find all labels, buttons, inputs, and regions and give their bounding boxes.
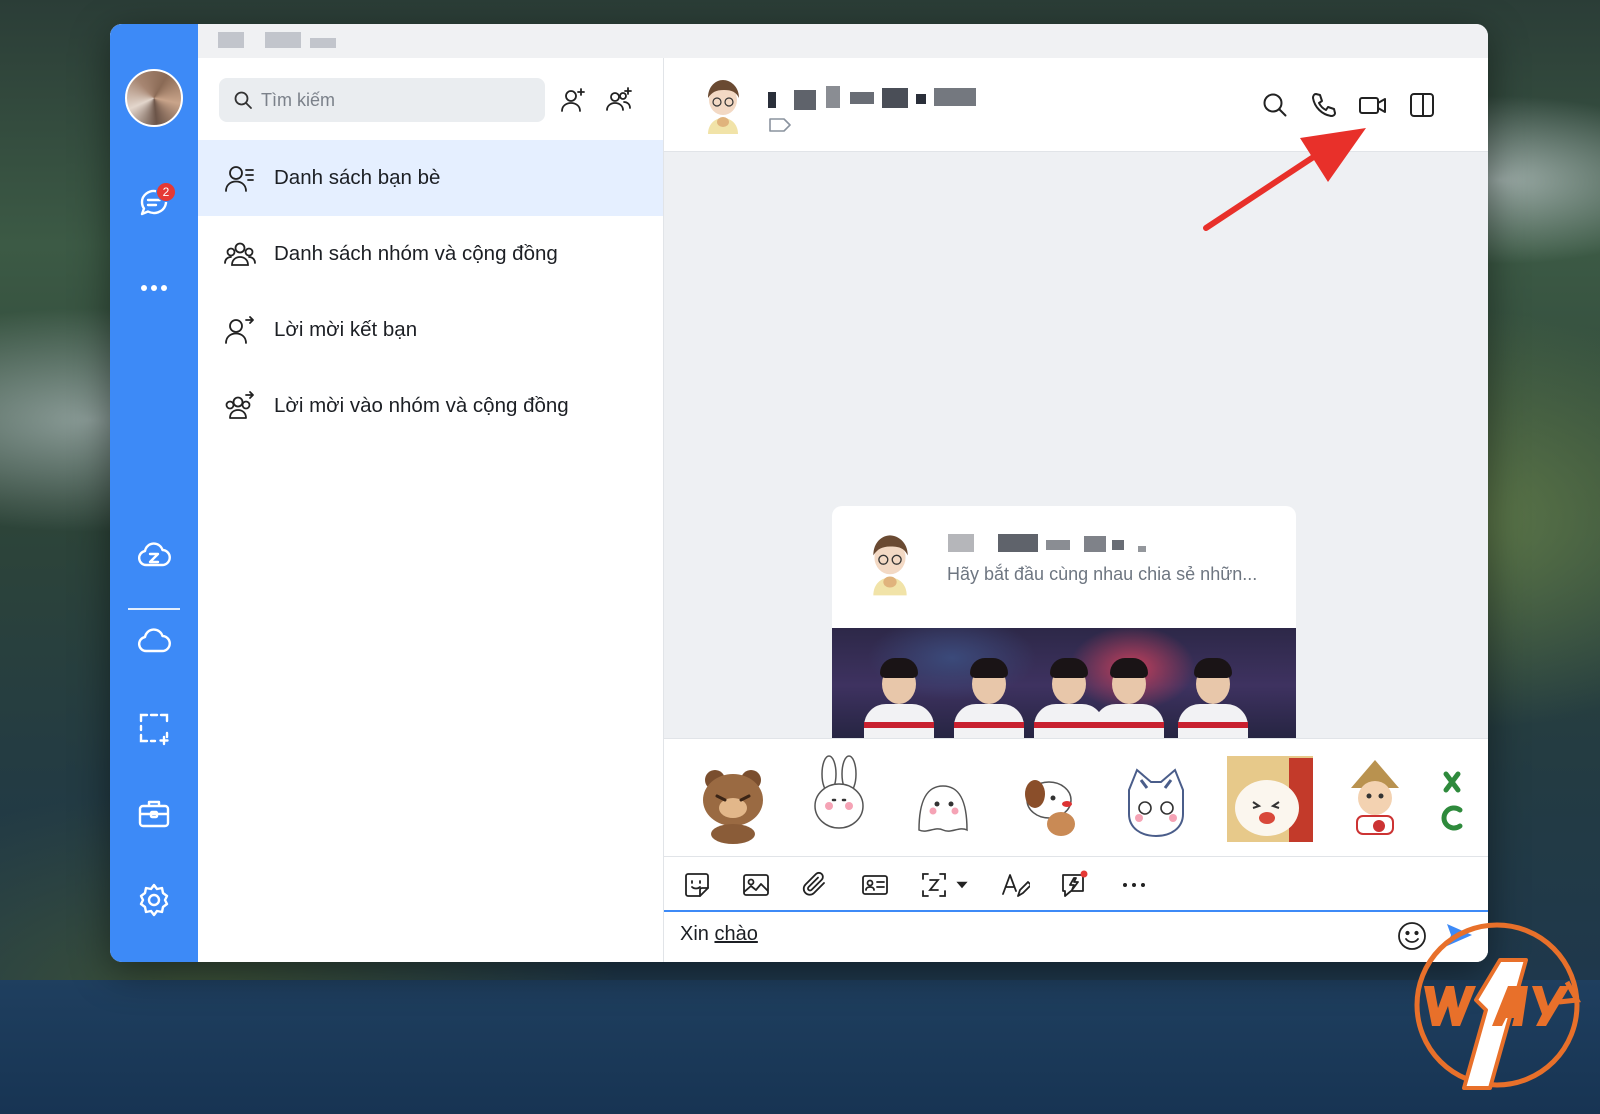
- blurred-card-name: [1112, 540, 1124, 550]
- search-input[interactable]: [261, 89, 521, 111]
- blurred-title: [310, 38, 336, 48]
- blurred-contact-name: [916, 94, 926, 104]
- cover-photo[interactable]: [832, 628, 1296, 756]
- add-friend-icon: [561, 88, 585, 112]
- blurred-card-name: [948, 534, 974, 552]
- sticker-bunny[interactable]: [794, 753, 886, 845]
- image-icon: [743, 874, 769, 896]
- paperclip-icon: [802, 871, 825, 896]
- friend-list-icon: [225, 166, 254, 192]
- create-group-button[interactable]: [603, 84, 635, 116]
- quick-message-button[interactable]: [1057, 868, 1091, 902]
- phone-icon: [1312, 93, 1336, 117]
- create-group-icon: [606, 87, 632, 111]
- blurred-contact-name: [826, 86, 840, 108]
- blurred-contact-name: [882, 88, 908, 108]
- search-icon: [234, 91, 252, 109]
- more-horizontal-icon: [1123, 883, 1145, 887]
- voice-call-button[interactable]: [1307, 88, 1341, 122]
- caret-down-icon: [956, 881, 968, 889]
- unread-badge: 2: [156, 182, 176, 202]
- menu-group-list[interactable]: Danh sách nhóm và cộng đồng: [198, 216, 663, 292]
- sticker-bear[interactable]: [688, 753, 780, 845]
- image-button[interactable]: [739, 868, 773, 902]
- zcloud-icon[interactable]: [134, 536, 174, 576]
- more-icon[interactable]: [134, 268, 174, 308]
- search-icon: [1263, 93, 1287, 117]
- card-avatar[interactable]: [860, 526, 920, 598]
- message-composer[interactable]: Xin chào: [664, 912, 1488, 962]
- menu-label: Lời mời kết bạn: [274, 318, 418, 341]
- titlebar: [110, 24, 1488, 58]
- sticker-ghost[interactable]: [898, 753, 990, 845]
- card-description: Hãy bắt đầu cùng nhau chia sẻ nhữn...: [947, 564, 1258, 584]
- menu-friend-list[interactable]: Danh sách bạn bè: [198, 140, 663, 216]
- menu-friend-requests[interactable]: Lời mời kết bạn: [198, 292, 663, 368]
- blurred-title: [265, 32, 301, 48]
- sticker-blob[interactable]: [1224, 753, 1316, 845]
- message-text-misspelled: chào: [714, 923, 758, 945]
- menu-label: Danh sách nhóm và cộng đồng: [274, 242, 558, 265]
- friend-request-icon: [225, 316, 254, 344]
- group-list-icon: [224, 242, 256, 266]
- video-camera-icon: [1359, 97, 1386, 114]
- annotation-arrow: [1203, 128, 1366, 231]
- side-panel-icon: [1410, 93, 1434, 117]
- composer-toolbar: [664, 856, 1488, 912]
- cloud-icon[interactable]: [134, 622, 174, 662]
- attach-file-button[interactable]: [798, 868, 832, 902]
- video-call-button[interactable]: [1356, 88, 1390, 122]
- format-text-button[interactable]: [998, 868, 1032, 902]
- screenshot-options-dropdown[interactable]: [952, 868, 972, 902]
- blurred-contact-name: [934, 88, 976, 106]
- menu-label: Danh sách bạn bè: [274, 166, 441, 189]
- blurred-card-name: [1138, 546, 1146, 552]
- contact-card-button[interactable]: [858, 868, 892, 902]
- nav-rail: 2: [110, 24, 198, 962]
- rail-divider: [128, 608, 180, 610]
- blurred-contact-name: [768, 92, 776, 108]
- watermark-logo: [1414, 922, 1582, 1090]
- contact-card-icon: [862, 875, 888, 895]
- blurred-card-name: [1046, 540, 1070, 550]
- chat-search-button[interactable]: [1258, 88, 1292, 122]
- toolbox-icon[interactable]: [134, 794, 174, 834]
- settings-gear-icon[interactable]: [134, 880, 174, 920]
- user-avatar[interactable]: [125, 69, 183, 127]
- sticker-text-partial[interactable]: [1440, 753, 1480, 845]
- blurred-card-name: [1084, 536, 1106, 552]
- sticker-boy[interactable]: [1330, 753, 1422, 845]
- menu-label: Lời mời vào nhóm và cộng đồng: [274, 394, 569, 417]
- add-friend-button[interactable]: [557, 84, 589, 116]
- contact-avatar[interactable]: [696, 72, 750, 136]
- desktop-sea: [0, 980, 1600, 1114]
- menu-group-invites[interactable]: Lời mời vào nhóm và cộng đồng: [198, 368, 663, 444]
- sticker-dog[interactable]: [1002, 753, 1094, 845]
- blurred-card-name: [998, 534, 1038, 552]
- sticker-icon: [685, 873, 709, 897]
- contact-intro-card: Hãy bắt đầu cùng nhau chia sẻ nhữn...: [832, 506, 1296, 756]
- message-input[interactable]: Xin chào: [680, 923, 758, 946]
- sticker-suggestions: [664, 738, 1488, 856]
- contacts-panel: Danh sách bạn bè Danh sách nhóm và cộng …: [198, 58, 664, 962]
- group-invite-icon: [225, 391, 254, 419]
- blurred-title: [218, 32, 244, 48]
- screenshot-button[interactable]: [917, 868, 951, 902]
- toggle-info-panel-button[interactable]: [1405, 88, 1439, 122]
- tag-icon[interactable]: [768, 116, 792, 134]
- sticker-cat[interactable]: [1110, 753, 1202, 845]
- message-text: Xin: [680, 923, 715, 945]
- blurred-contact-name: [794, 90, 816, 110]
- blurred-contact-name: [850, 92, 874, 104]
- sticker-button[interactable]: [680, 868, 714, 902]
- search-box[interactable]: [219, 78, 545, 122]
- screenshot-icon[interactable]: [134, 708, 174, 748]
- more-options-button[interactable]: [1117, 868, 1151, 902]
- text-format-icon: [1002, 874, 1030, 897]
- quick-message-icon: [1062, 870, 1088, 897]
- screenshot-icon: [922, 873, 946, 897]
